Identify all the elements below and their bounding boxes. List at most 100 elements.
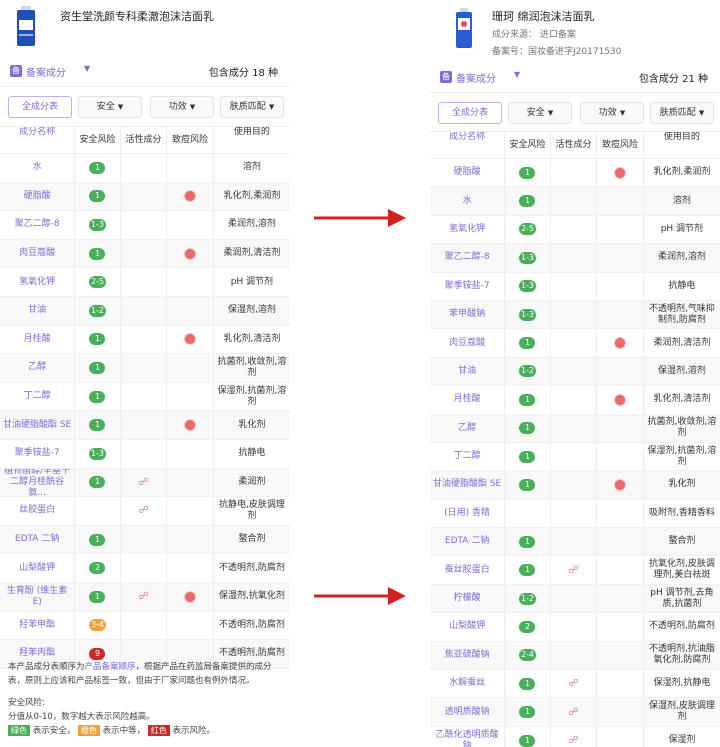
- ingredient-name[interactable]: EDTA 二钠: [0, 525, 76, 554]
- caret-down-icon[interactable]: ▼: [514, 70, 520, 79]
- filing-label[interactable]: 备案成分: [456, 70, 496, 85]
- safety-badge: 1: [89, 361, 106, 374]
- table-row[interactable]: 乙醇 1 抗菌剂,收敛剂,溶剂: [430, 414, 720, 443]
- filing-label[interactable]: 备案成分: [26, 64, 66, 79]
- ingredient-name[interactable]: 水: [0, 154, 76, 182]
- filter-button[interactable]: 安全 ▼: [508, 102, 572, 124]
- table-row[interactable]: 水 1 溶剂: [430, 187, 720, 216]
- ingredient-name[interactable]: 聚乙二醇-8: [430, 244, 506, 272]
- table-row[interactable]: 甘油硬脂酸酯 SE 1 乳化剂: [0, 411, 290, 440]
- dna-icon: ☍: [568, 735, 579, 746]
- ingredient-name[interactable]: 山梨酸钾: [430, 613, 506, 641]
- table-row[interactable]: 甘油 1-2 保湿剂,溶剂: [430, 357, 720, 387]
- table-row[interactable]: 山梨酸钾 2 不透明剂,防腐剂: [0, 554, 290, 583]
- table-row[interactable]: 蚕丝胶蛋白 1 ☍ 抗氧化剂,皮肤调理剂,美白祛斑: [430, 556, 720, 585]
- table-row[interactable]: EDTA 二钠 1 螯合剂: [0, 525, 290, 555]
- filter-button[interactable]: 全成分表: [8, 96, 72, 118]
- ingredient-name[interactable]: 硬脂酸: [430, 159, 506, 187]
- ingredient-name[interactable]: 丝胶蛋白: [0, 497, 76, 525]
- table-row[interactable]: 甘油硬脂酸酯 SE 1 乳化剂: [430, 471, 720, 500]
- ingredient-name[interactable]: 苯甲酸钠: [430, 300, 506, 329]
- filing-selector[interactable]: 备 备案成分 ▼ 包含成分 18 种: [0, 56, 290, 87]
- safety-badge: 1: [519, 706, 536, 719]
- table-row[interactable]: 山梨酸钾 2 不透明剂,防腐剂: [430, 613, 720, 642]
- ingredient-name[interactable]: 甘油: [430, 357, 506, 386]
- ingredient-name[interactable]: 水解蚕丝: [430, 670, 506, 698]
- filter-button[interactable]: 安全 ▼: [78, 96, 142, 118]
- ingredient-name[interactable]: 丁二醇: [0, 382, 76, 411]
- table-row[interactable]: 羟苯甲酯 3-4 不透明剂,防腐剂: [0, 611, 290, 641]
- ingredient-name[interactable]: 硬脂酸: [0, 182, 76, 211]
- table-row[interactable]: 丁二醇 1 保湿剂,抗菌剂,溶剂: [0, 382, 290, 412]
- filter-button[interactable]: 功效 ▼: [150, 96, 214, 118]
- table-row[interactable]: 聚乙二醇-8 1-3 柔润剂,溶剂: [430, 244, 720, 273]
- ingredient-name[interactable]: 甘油: [0, 296, 76, 325]
- ingredient-name[interactable]: 氢氧化钾: [0, 268, 76, 296]
- ingredient-name[interactable]: 焦亚硫酸钠: [430, 641, 506, 670]
- table-row[interactable]: 聚季铵盐-7 1-3 抗静电: [0, 439, 290, 469]
- filter-button[interactable]: 肤质匹配 ▼: [650, 102, 714, 124]
- ingredient-name[interactable]: 蚕丝胶蛋白: [430, 556, 506, 584]
- ingredient-name[interactable]: 聚乙二醇-8: [0, 211, 76, 239]
- ingredient-name[interactable]: 月桂酸: [430, 386, 506, 414]
- table-row[interactable]: 月桂酸 1 乳化剂,清洁剂: [0, 325, 290, 355]
- filter-button[interactable]: 功效 ▼: [580, 102, 644, 124]
- ingredient-name[interactable]: 乙醇: [430, 414, 506, 442]
- ingredient-name[interactable]: 甘油硬脂酸酯 SE: [430, 471, 506, 499]
- ingredient-name[interactable]: 肉豆蔻酸: [430, 329, 506, 357]
- table-row[interactable]: 焦亚硫酸钠 2-4 不透明剂,抗油脂氧化剂,防腐剂: [430, 641, 720, 671]
- table-row[interactable]: 乙醇 1 抗菌剂,收敛剂,溶剂: [0, 354, 290, 383]
- ingredient-name[interactable]: 柠檬酸: [430, 584, 506, 613]
- table-row[interactable]: 乙酰化透明质酸钠 1 ☍ 保湿剂: [430, 726, 720, 747]
- table-row[interactable]: 柠檬酸 1-2 pH 调节剂,去角质,抗菌剂: [430, 584, 720, 614]
- acne-cell: [167, 382, 214, 411]
- table-row[interactable]: 聚季铵盐-7 1-3 抗静电: [430, 272, 720, 301]
- ingredient-name[interactable]: 月桂酸: [0, 325, 76, 354]
- ingredient-name[interactable]: 山梨酸钾: [0, 554, 76, 582]
- filing-order-link[interactable]: 产品备案顺序: [85, 662, 136, 672]
- table-row[interactable]: 月桂酸 1 乳化剂,清洁剂: [430, 386, 720, 415]
- table-row[interactable]: 丝胶蛋白 ☍ 抗静电,皮肤调理剂: [0, 497, 290, 526]
- table-row[interactable]: 肉豆蔻酸 1 柔润剂,清洁剂: [430, 329, 720, 358]
- ingredient-name[interactable]: 聚季铵盐-7: [430, 272, 506, 300]
- ingredient-name[interactable]: EDTA 二钠: [430, 528, 506, 556]
- table-row[interactable]: 氢氧化钾 2-5 pH 调节剂: [430, 215, 720, 245]
- table-row[interactable]: 聚乙二醇-8 1-3 柔润剂,溶剂: [0, 211, 290, 240]
- ingredient-name[interactable]: (日用) 香精: [430, 499, 506, 528]
- ingredient-name[interactable]: 透明质酸钠: [430, 698, 506, 726]
- column-header: 使用目的: [663, 132, 700, 142]
- safety-badge: 1-3: [518, 308, 537, 321]
- table-row[interactable]: 肉豆蔻酸 1 柔润剂,清洁剂: [0, 239, 290, 269]
- ingredient-name[interactable]: 丁二醇: [430, 442, 506, 471]
- caret-down-icon[interactable]: ▼: [84, 64, 90, 73]
- ingredient-name[interactable]: 氢氧化钾: [430, 215, 506, 244]
- ingredient-name[interactable]: 乙醇: [0, 354, 76, 382]
- ingredient-name[interactable]: 肉豆蔻酸: [0, 239, 76, 268]
- table-row[interactable]: (日用) 香精 吸附剂,香精香料: [430, 499, 720, 529]
- table-row[interactable]: 硬脂酸 1 乳化剂,柔润剂: [430, 159, 720, 188]
- table-row[interactable]: EDTA 二钠 1 螯合剂: [430, 528, 720, 557]
- table-row[interactable]: 甘油 1-2 保湿剂,溶剂: [0, 296, 290, 326]
- table-row[interactable]: 氢氧化钾 2-5 pH 调节剂: [0, 268, 290, 297]
- ingredient-name[interactable]: 水: [430, 187, 506, 215]
- table-row[interactable]: 生育酚 (维生素 E) 1 ☍ 保湿剂,抗氧化剂: [0, 582, 290, 612]
- table-row[interactable]: 透明质酸钠 1 ☍ 保湿剂,皮肤调理剂: [430, 698, 720, 727]
- table-row[interactable]: 硬脂酸 1 乳化剂,柔润剂: [0, 182, 290, 212]
- ingredient-name[interactable]: 聚季铵盐-7: [0, 439, 76, 468]
- table-row[interactable]: 丁二醇 1 保湿剂,抗菌剂,溶剂: [430, 442, 720, 472]
- ingredient-name[interactable]: 生育酚 (维生素 E): [0, 582, 76, 611]
- ingredient-name[interactable]: 羟苯甲酯: [0, 611, 76, 640]
- acne-cell: [167, 468, 214, 497]
- ingredient-name[interactable]: 乙酰化透明质酸钠: [430, 726, 506, 747]
- filter-button[interactable]: 全成分表: [438, 102, 502, 124]
- table-row[interactable]: 植物甾醇/辛基十二醇月桂酰谷氨... 1 ☍ 柔润剂: [0, 468, 290, 498]
- table-row[interactable]: 水解蚕丝 1 ☍ 保湿剂,抗静电: [430, 670, 720, 699]
- filter-button[interactable]: 肤质匹配 ▼: [220, 96, 284, 118]
- dna-icon: ☍: [138, 505, 149, 517]
- table-row[interactable]: 水 1 溶剂: [0, 154, 290, 183]
- filing-selector[interactable]: 备 备案成分 ▼ 包含成分 21 种: [430, 62, 720, 93]
- active-cell: [551, 329, 598, 357]
- ingredient-name[interactable]: 植物甾醇/辛基十二醇月桂酰谷氨...: [0, 468, 76, 497]
- table-row[interactable]: 苯甲酸钠 1-3 不透明剂,气味抑制剂,防腐剂: [430, 300, 720, 330]
- ingredient-name[interactable]: 甘油硬脂酸酯 SE: [0, 411, 76, 439]
